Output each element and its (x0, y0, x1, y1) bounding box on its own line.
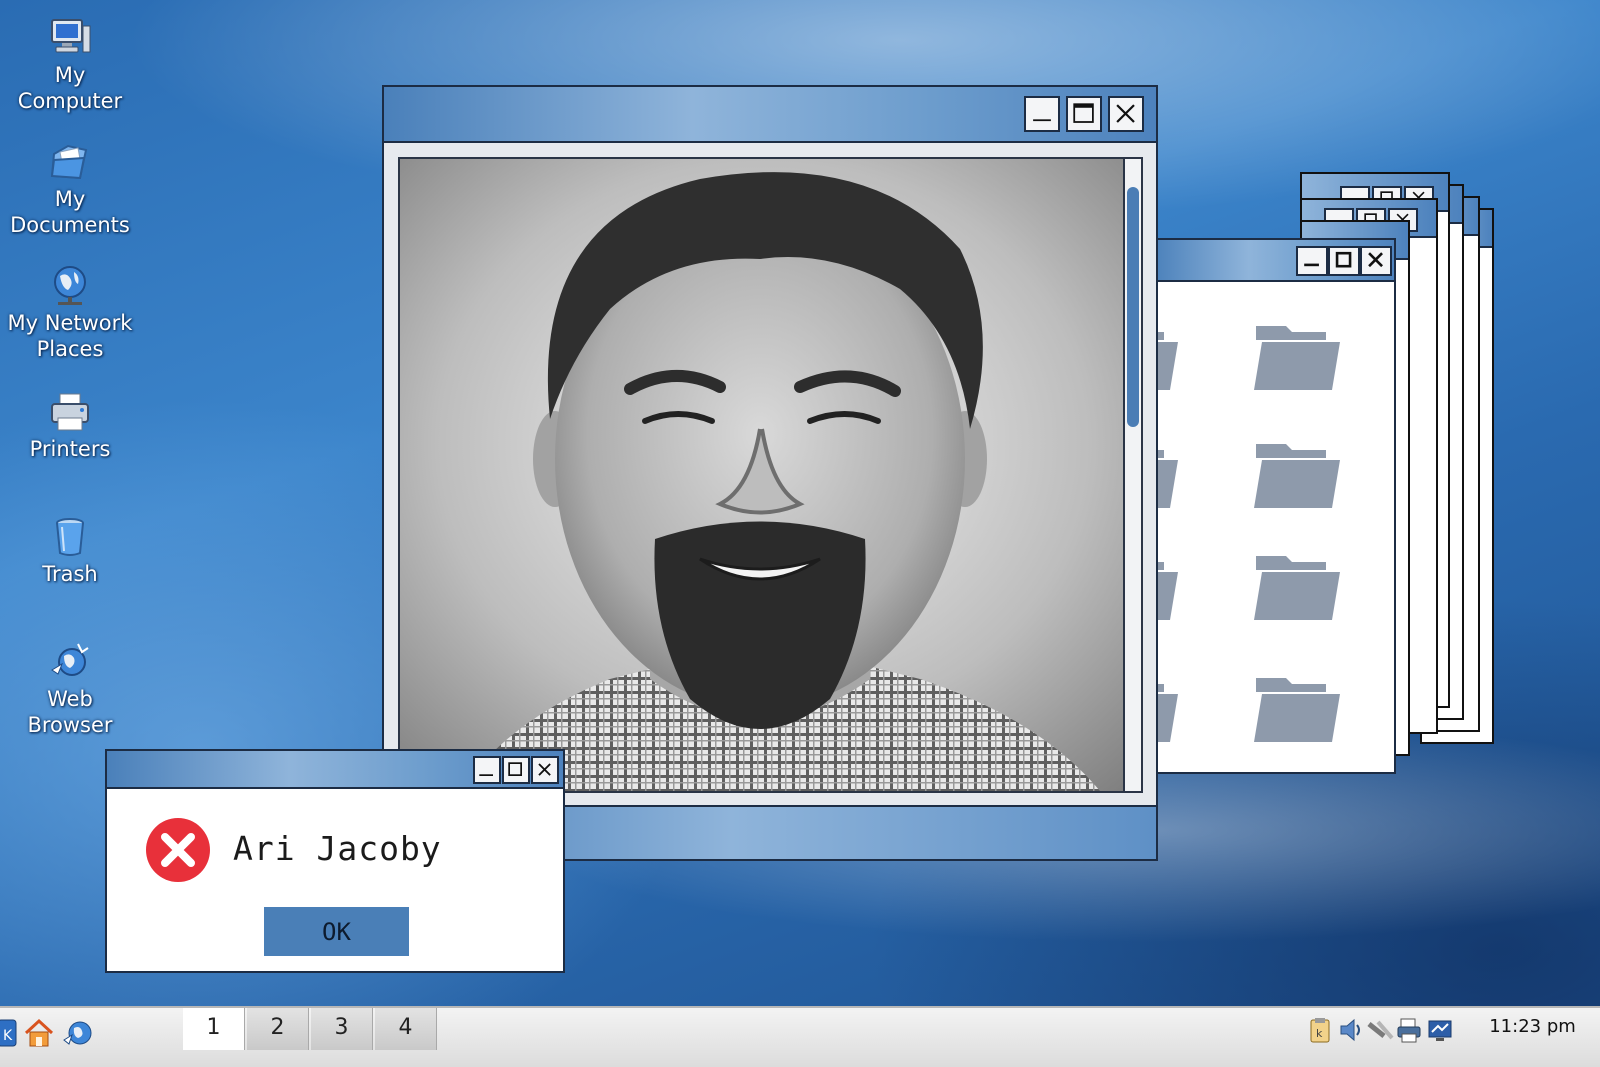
folder-icon[interactable] (1252, 672, 1342, 744)
workspace-3[interactable]: 3 (311, 1008, 373, 1050)
printer-icon (51, 393, 89, 431)
minimize-button[interactable] (473, 756, 501, 784)
svg-text:K: K (3, 1028, 13, 1044)
workspace-1[interactable]: 1 (183, 1008, 245, 1050)
desktop-icon-label: Browser (27, 713, 113, 737)
desktop-icon-label: My Network (7, 311, 133, 335)
close-icon (1368, 252, 1383, 268)
maximize-icon (1073, 103, 1094, 123)
desktop-icon-my-network-places[interactable]: My Network Places (0, 264, 140, 362)
error-dialog[interactable]: Ari Jacoby OK (105, 749, 565, 973)
minimize-button[interactable] (1296, 246, 1328, 276)
desktop-icon-label: My (54, 63, 86, 87)
clipboard-icon[interactable]: k (1306, 1016, 1334, 1044)
ok-button[interactable]: OK (264, 907, 409, 956)
folder-icon[interactable] (1252, 550, 1342, 622)
trash-icon (56, 518, 84, 556)
desktop-icon-label: My (54, 187, 86, 211)
close-icon (538, 763, 551, 776)
close-button[interactable] (1108, 96, 1144, 132)
svg-text:k: k (1316, 1027, 1323, 1040)
clock[interactable]: 11:23 pm (1465, 1016, 1600, 1037)
desktop-icon-my-documents[interactable]: My Documents (0, 140, 140, 238)
desktop-icon-label: Web (47, 687, 93, 711)
error-icon (146, 818, 210, 882)
close-button[interactable] (1360, 246, 1392, 276)
folder-window[interactable] (1092, 238, 1396, 774)
maximize-icon (508, 762, 522, 776)
maximize-button[interactable] (1328, 246, 1360, 276)
desktop-icon-label: Trash (42, 562, 98, 586)
close-button[interactable] (531, 756, 559, 784)
photo-viewer-window[interactable] (382, 85, 1158, 861)
minimize-icon (1033, 119, 1051, 122)
scrollbar-thumb[interactable] (1127, 187, 1139, 427)
workspace-2[interactable]: 2 (247, 1008, 309, 1050)
minimize-button[interactable] (1024, 96, 1060, 132)
maximize-button[interactable] (1066, 96, 1102, 132)
computer-icon (51, 19, 91, 53)
browser-icon[interactable] (62, 1016, 96, 1050)
desktop-icon-label: Computer (17, 89, 123, 113)
network-globe-icon (54, 266, 86, 305)
minimize-icon (1304, 263, 1319, 267)
photo-frame (398, 157, 1143, 793)
desktop-icon-web-browser[interactable]: Web Browser (0, 640, 140, 738)
vertical-scrollbar[interactable] (1123, 159, 1141, 791)
documents-folder-icon (50, 144, 88, 180)
folder-icon[interactable] (1252, 438, 1342, 510)
volume-icon[interactable] (1337, 1016, 1365, 1044)
desktop-icon-my-computer[interactable]: My Computer (0, 16, 140, 114)
close-icon (1116, 104, 1135, 123)
maximize-icon (1335, 251, 1352, 268)
desktop-icon-label: Documents (10, 213, 130, 237)
dialog-message: Ari Jacoby (233, 829, 442, 868)
desktop-icon-trash[interactable]: Trash (0, 515, 140, 587)
maximize-button[interactable] (502, 756, 530, 784)
portrait-photo (400, 159, 1127, 791)
desktop-icon-label: Printers (29, 437, 111, 461)
printer-tray-icon[interactable] (1395, 1016, 1423, 1044)
display-icon[interactable] (1426, 1016, 1454, 1044)
home-icon[interactable] (22, 1016, 56, 1050)
folder-icon[interactable] (1252, 320, 1342, 392)
network-icon[interactable] (1366, 1016, 1394, 1044)
workspace-4[interactable]: 4 (375, 1008, 437, 1050)
taskbar: K 1 2 3 4 k 11:23 pm (0, 1006, 1600, 1067)
minimize-icon (479, 774, 493, 776)
desktop-icon-printers[interactable]: Printers (0, 390, 140, 462)
desktop-icon-label: Places (36, 337, 104, 361)
web-browser-icon (51, 643, 89, 676)
